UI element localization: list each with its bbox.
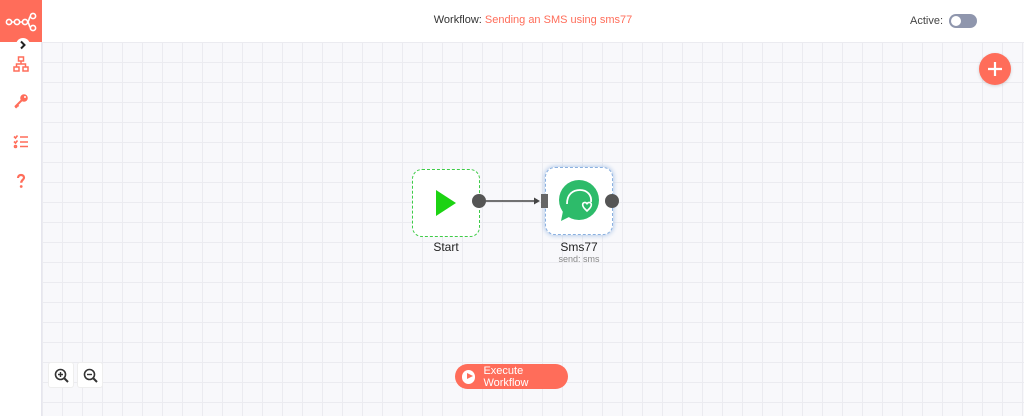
n8n-logo[interactable] [0, 0, 42, 42]
top-bar: Workflow: Sending an SMS using sms77 Act… [42, 0, 1024, 42]
active-label: Active: [909, 15, 943, 27]
help-icon[interactable] [11, 171, 31, 191]
workflow-title: Workflow: Sending an SMS using sms77 [42, 14, 1024, 26]
workflow-tree-icon[interactable] [11, 54, 31, 74]
play-circle-icon [462, 369, 476, 384]
zoom-out-button[interactable] [77, 362, 103, 388]
start-node[interactable] [412, 169, 480, 237]
toggle-knob [951, 16, 961, 26]
execute-workflow-button[interactable]: Execute Workflow [455, 364, 568, 389]
workflow-label: Workflow: [433, 14, 482, 26]
chevron-right-icon[interactable] [16, 38, 30, 52]
add-node-button[interactable] [979, 53, 1011, 85]
sms77-icon [558, 179, 599, 221]
plus-icon [988, 62, 1002, 76]
zoom-out-icon [83, 368, 98, 383]
checklist-icon[interactable] [11, 131, 31, 151]
zoom-in-icon [54, 368, 69, 383]
sidebar [0, 0, 42, 416]
start-output-handle[interactable] [472, 194, 486, 208]
sms77-node[interactable] [545, 167, 613, 235]
active-control: Active: [910, 14, 977, 28]
execute-workflow-label: Execute Workflow [483, 364, 529, 389]
workflow-name[interactable]: Sending an SMS using sms77 [485, 14, 632, 26]
play-icon [435, 189, 456, 216]
sms77-node-subtitle: send: sms [558, 254, 600, 264]
key-icon[interactable] [11, 91, 31, 111]
active-toggle[interactable] [949, 14, 977, 28]
workflow-canvas[interactable] [42, 42, 1024, 416]
sms77-node-label: Sms77 [560, 240, 598, 254]
start-node-label: Start [433, 240, 459, 254]
zoom-in-button[interactable] [48, 362, 74, 388]
sms77-input-handle[interactable] [541, 194, 548, 208]
sms77-output-handle[interactable] [605, 194, 619, 208]
